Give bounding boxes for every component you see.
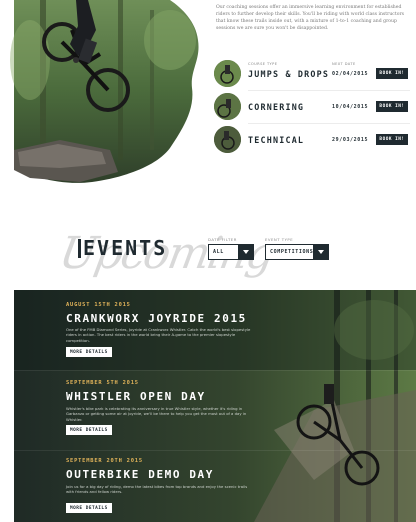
- session-title: TECHNICAL: [248, 135, 305, 145]
- session-thumbnail: [214, 93, 241, 120]
- course-type-label: COURSE TYPE: [248, 62, 278, 66]
- date-filter-label: DATE FILTER: [208, 237, 237, 242]
- chevron-down-icon: [313, 245, 328, 259]
- date-filter-select[interactable]: ALL: [208, 244, 254, 260]
- book-in-button[interactable]: BOOK IN!: [376, 101, 408, 112]
- event-date: SEPTEMBER 5TH 2015: [66, 380, 139, 386]
- session-date: 10/04/2015: [332, 104, 369, 110]
- session-thumbnail: [214, 60, 241, 87]
- session-title: JUMPS & DROPS: [248, 69, 330, 79]
- event-title: CRANKWORX JOYRIDE 2015: [66, 312, 247, 325]
- event-title: WHISTLER OPEN DAY: [66, 390, 206, 403]
- session-thumbnail: [214, 126, 241, 153]
- session-row: COURSE TYPE NEXT DATE JUMPS & DROPS 02/0…: [214, 60, 410, 91]
- event-type-label: EVENT TYPE: [265, 237, 294, 242]
- coaching-intro-text: Our coaching sessions offer an immersive…: [216, 5, 405, 31]
- more-details-button[interactable]: MORE DETAILS: [66, 347, 112, 357]
- event-type-value: COMPETITIONS: [270, 249, 314, 255]
- event-description: One of the FMB Diamond Series, Joyride a…: [66, 327, 251, 343]
- event-item: AUGUST 15TH 2015 CRANKWORX JOYRIDE 2015 …: [14, 290, 416, 370]
- more-details-button[interactable]: MORE DETAILS: [66, 425, 112, 435]
- more-details-button[interactable]: MORE DETAILS: [66, 503, 112, 513]
- events-heading-text: EVENTS: [83, 236, 168, 260]
- session-row: CORNERING 10/04/2015 BOOK IN!: [214, 93, 410, 124]
- chevron-down-icon: [238, 245, 253, 259]
- session-row: TECHNICAL 29/03/2015 BOOK IN!: [214, 126, 410, 154]
- hero-rider-image: [0, 0, 210, 200]
- session-date: 02/04/2015: [332, 71, 369, 77]
- book-in-button[interactable]: BOOK IN!: [376, 134, 408, 145]
- book-in-button[interactable]: BOOK IN!: [376, 68, 408, 79]
- row-divider: [248, 90, 410, 91]
- event-date: AUGUST 15TH 2015: [66, 302, 131, 308]
- event-description: Join us for a big day of riding, demo th…: [66, 484, 248, 495]
- event-item: SEPTEMBER 5TH 2015 WHISTLER OPEN DAY Whi…: [14, 370, 416, 450]
- next-date-label: NEXT DATE: [332, 62, 356, 66]
- date-filter-value: ALL: [213, 249, 224, 255]
- event-item: SEPTEMBER 20TH 2015 OUTERBIKE DEMO DAY J…: [14, 450, 416, 522]
- event-title: OUTERBIKE DEMO DAY: [66, 468, 215, 481]
- events-heading: EVENTS: [78, 236, 167, 260]
- hero-photo: [10, 0, 199, 183]
- event-date: SEPTEMBER 20TH 2015: [66, 458, 143, 464]
- event-description: Whistler's bike park is celebrating its …: [66, 406, 247, 422]
- session-title: CORNERING: [248, 102, 305, 112]
- row-divider: [248, 123, 410, 124]
- heading-bar: [78, 239, 81, 258]
- page: Our coaching sessions offer an immersive…: [0, 0, 416, 522]
- session-date: 29/03/2015: [332, 137, 369, 143]
- event-type-select[interactable]: COMPETITIONS: [265, 244, 329, 260]
